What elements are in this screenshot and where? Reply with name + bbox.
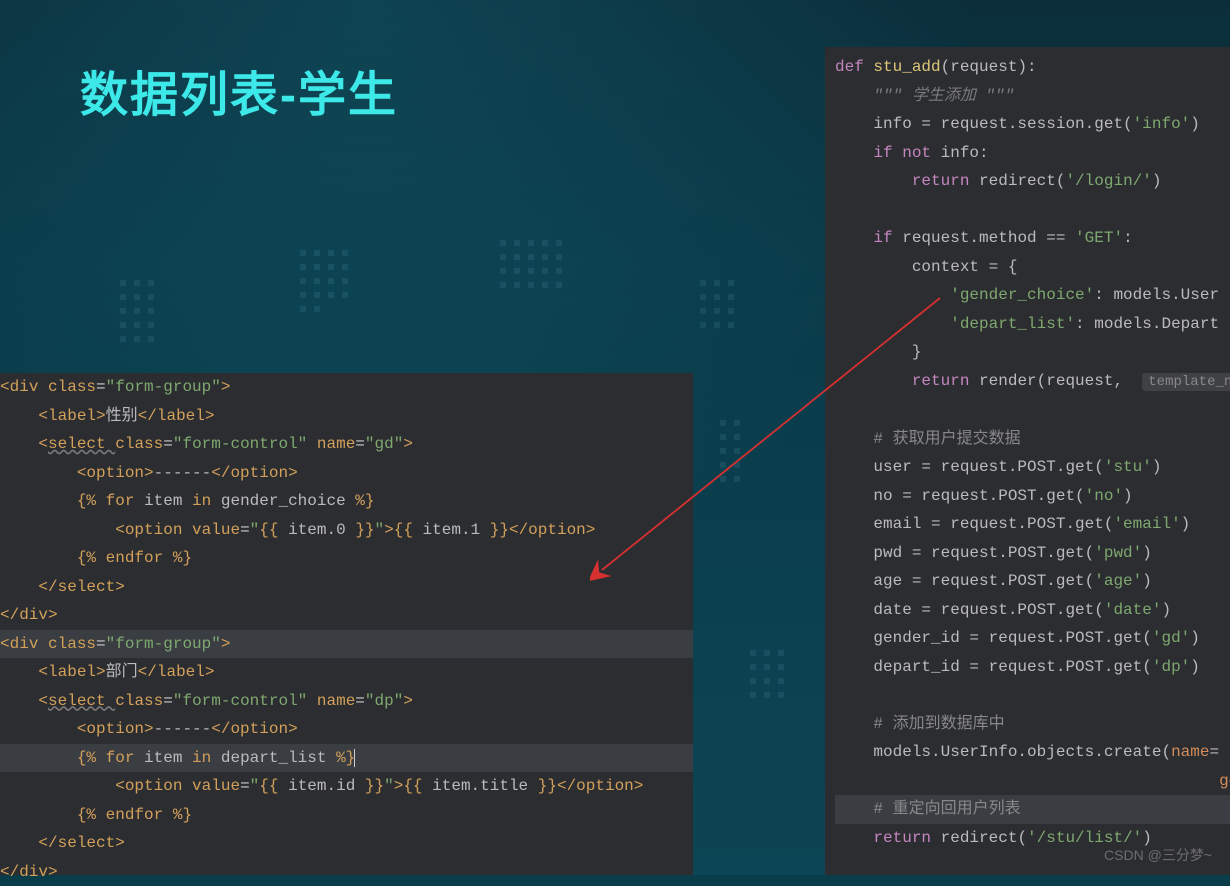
right-code-panel[interactable]: def stu_add(request): """ 学生添加 """ info … xyxy=(825,47,1230,875)
python-view-code[interactable]: def stu_add(request): """ 学生添加 """ info … xyxy=(825,47,1230,852)
watermark: CSDN @三分梦~ xyxy=(1104,845,1212,865)
slide-title: 数据列表-学生 xyxy=(80,55,398,125)
html-template-code[interactable]: <div class="form-group"> <label>性别</labe… xyxy=(0,373,693,886)
left-code-panel[interactable]: <div class="form-group"> <label>性别</labe… xyxy=(0,373,693,875)
